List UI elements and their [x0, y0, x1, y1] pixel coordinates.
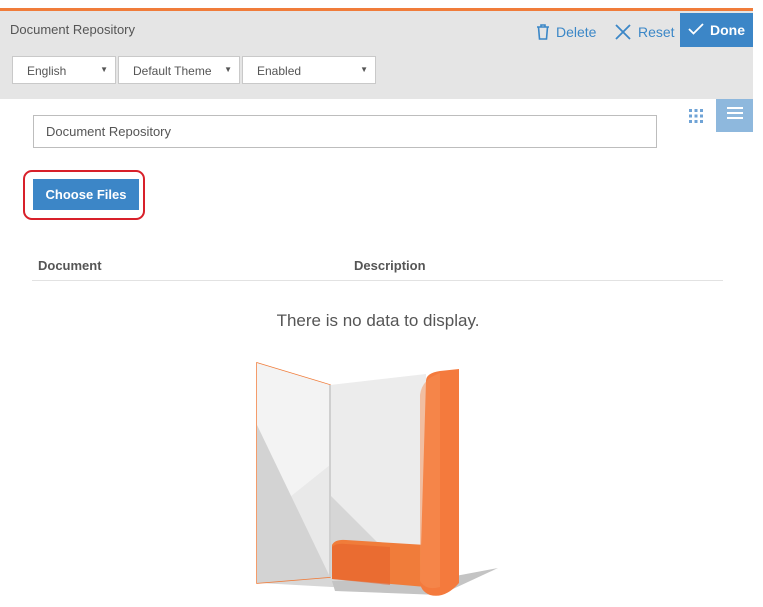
theme-select-value: Default Theme — [133, 64, 212, 78]
done-button[interactable]: Done — [680, 13, 753, 47]
caret-down-icon: ▼ — [224, 65, 232, 74]
table-header: Document Description — [32, 249, 723, 281]
repository-title-input[interactable] — [33, 115, 657, 148]
filter-selects: English ▼ Default Theme ▼ Enabled ▼ — [12, 56, 376, 84]
close-x-icon — [614, 23, 632, 41]
empty-state-message: There is no data to display. — [276, 311, 480, 330]
header-bar: Document Repository Delete Reset Done En… — [0, 11, 753, 99]
list-view-button[interactable] — [716, 99, 753, 132]
document-repository-screen: Document Repository Delete Reset Done En… — [0, 0, 763, 607]
reset-label: Reset — [638, 24, 675, 40]
theme-select[interactable]: Default Theme ▼ — [118, 56, 240, 84]
choose-files-button[interactable]: Choose Files — [33, 179, 139, 210]
delete-label: Delete — [556, 24, 597, 40]
hamburger-list-icon — [726, 105, 744, 126]
status-select-value: Enabled — [257, 64, 302, 78]
empty-folder-illustration — [240, 355, 510, 607]
checkmark-icon — [688, 22, 704, 39]
column-header-description[interactable]: Description — [354, 258, 426, 273]
trash-icon — [536, 24, 550, 40]
language-select[interactable]: English ▼ — [12, 56, 116, 84]
reset-button[interactable]: Reset — [614, 21, 675, 43]
language-select-value: English — [27, 64, 67, 78]
column-header-document[interactable]: Document — [38, 258, 102, 273]
status-select[interactable]: Enabled ▼ — [242, 56, 376, 84]
page-title: Document Repository — [10, 22, 135, 37]
delete-button[interactable]: Delete — [536, 21, 596, 43]
caret-down-icon: ▼ — [360, 65, 368, 74]
grid-view-icon[interactable] — [686, 106, 706, 126]
caret-down-icon: ▼ — [100, 65, 108, 74]
done-label: Done — [710, 22, 745, 38]
